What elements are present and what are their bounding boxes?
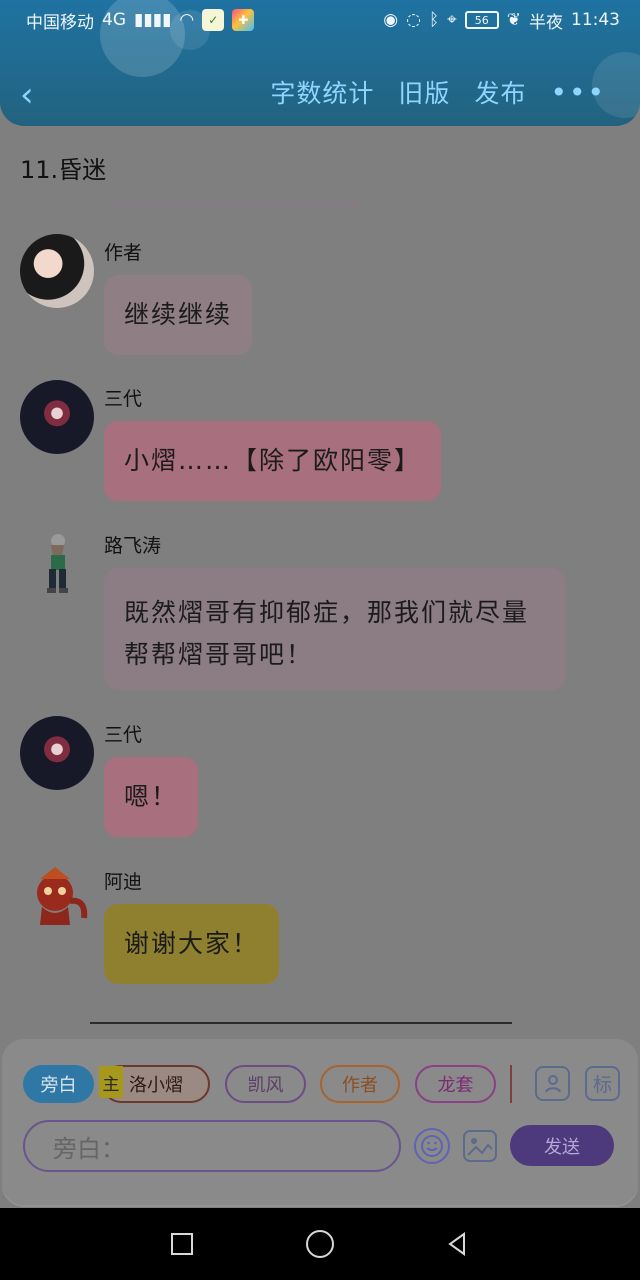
chip-author[interactable]: 作者	[320, 1065, 400, 1103]
battery-icon: 56	[464, 11, 499, 29]
chip-narrator[interactable]: 旁白	[23, 1065, 94, 1103]
time-text: 11:43	[571, 10, 620, 30]
message-lu: 路飞涛 既然熠哥有抑郁症，那我们就尽量帮帮熠哥哥吧！	[20, 527, 566, 690]
time-label: 半夜	[529, 12, 563, 33]
message-bubble: 继续继续	[104, 275, 253, 355]
app-icon: ✚	[232, 9, 255, 31]
title-divider	[110, 204, 360, 206]
message-sandai-1: 三代 小熠……【除了欧阳零】	[20, 380, 442, 501]
main-badge: 主	[99, 1066, 123, 1098]
message-name: 三代	[104, 724, 143, 746]
header-actions: 字数统计 旧版 发布 •••	[270, 74, 606, 110]
system-navigation-bar	[0, 1208, 640, 1280]
input-placeholder: 旁白：	[53, 1134, 125, 1163]
chip-longtao[interactable]: 龙套	[415, 1065, 496, 1103]
character-avatar-icon	[47, 534, 68, 593]
wifi-icon: ◠	[179, 10, 195, 30]
avatar-author	[20, 234, 94, 308]
avatar-sandai	[20, 380, 94, 454]
word-count-button[interactable]: 字数统计	[270, 74, 374, 110]
signal-icon: ▮▮▮▮	[134, 10, 172, 30]
message-name: 路飞涛	[104, 535, 162, 557]
chip-label: 洛小熠	[129, 1075, 183, 1096]
message-name: 作者	[104, 242, 143, 264]
avatar-lu	[20, 527, 94, 601]
smile-icon	[421, 1135, 443, 1157]
eye-icon: ◉	[383, 10, 399, 30]
avatar-sandai	[20, 716, 94, 790]
square-icon	[171, 1233, 193, 1255]
message-name: 阿迪	[104, 871, 143, 893]
message-author: 作者 继续继续	[20, 234, 253, 355]
recent-apps-button[interactable]	[162, 1224, 202, 1264]
network-text: 4G	[102, 10, 126, 30]
status-left: 中国移动 4G ▮▮▮▮ ◠ ✓ ✚	[26, 8, 255, 33]
person-icon	[544, 1074, 561, 1092]
message-input[interactable]: 旁白：	[23, 1120, 401, 1172]
location-icon: ⌖	[447, 10, 457, 30]
status-bar: 中国移动 4G ▮▮▮▮ ◠ ✓ ✚ ◉ ◌ ᛒ ⌖ 56 ❦ 半夜 11:43	[0, 0, 640, 40]
message-body: 三代 嗯！	[104, 716, 199, 837]
emoji-button[interactable]	[414, 1128, 450, 1164]
app-icon: ✓	[202, 9, 225, 31]
home-button[interactable]	[300, 1224, 340, 1264]
chip-kaifeng[interactable]: 凯风	[225, 1065, 306, 1103]
message-bubble: 谢谢大家！	[104, 904, 280, 984]
person-icon-button[interactable]	[535, 1066, 570, 1101]
send-button[interactable]: 发送	[510, 1125, 614, 1166]
message-name: 三代	[104, 388, 143, 410]
message-sandai-2: 三代 嗯！	[20, 716, 199, 837]
message-bubble: 既然熠哥有抑郁症，那我们就尽量帮帮熠哥哥吧！	[104, 568, 566, 690]
chapter-title: 11.昏迷	[20, 156, 107, 184]
message-adi: 阿迪 谢谢大家！	[20, 863, 280, 984]
triangle-back-icon	[448, 1232, 465, 1256]
message-bubble: 小熠……【除了欧阳零】	[104, 421, 442, 501]
message-body: 阿迪 谢谢大家！	[104, 863, 280, 984]
chat-end-line	[90, 1022, 512, 1024]
chip-partial[interactable]	[510, 1065, 518, 1103]
leaf-icon: ❦	[506, 10, 521, 30]
avatar-adi	[20, 863, 94, 937]
back-nav-button[interactable]	[438, 1224, 478, 1264]
carrier-text: 中国移动	[26, 12, 94, 33]
dragon-avatar-icon	[37, 867, 88, 925]
message-body: 路飞涛 既然熠哥有抑郁症，那我们就尽量帮帮熠哥哥吧！	[104, 527, 566, 690]
message-bubble: 嗯！	[104, 757, 199, 837]
more-icon[interactable]: •••	[550, 76, 606, 109]
image-button[interactable]	[462, 1129, 498, 1163]
tag-button[interactable]: 标	[585, 1066, 620, 1101]
status-right: ◉ ◌ ᛒ ⌖ 56 ❦ 半夜 11:43	[383, 8, 620, 33]
message-body: 三代 小熠……【除了欧阳零】	[104, 380, 442, 501]
circle-icon	[306, 1230, 334, 1258]
back-button[interactable]: ‹	[20, 75, 34, 115]
image-icon	[463, 1130, 497, 1162]
message-body: 作者 继续继续	[104, 234, 253, 355]
old-version-button[interactable]: 旧版	[398, 74, 450, 110]
bluetooth-icon: ᛒ	[428, 10, 440, 30]
tag-label: 标	[592, 1074, 612, 1096]
publish-button[interactable]: 发布	[474, 74, 526, 110]
alarm-icon: ◌	[406, 10, 421, 30]
